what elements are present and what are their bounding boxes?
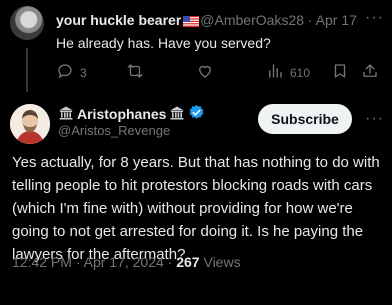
bookmark-button[interactable] <box>331 62 349 83</box>
action-bar: 3 610 <box>56 62 386 82</box>
author-handle[interactable]: @Aristos_Revenge <box>58 123 170 138</box>
more-options-icon[interactable]: ··· <box>365 110 384 128</box>
building-icon <box>58 105 74 124</box>
views-label: Views <box>203 254 241 270</box>
reply-header: your huckle bearer @AmberOaks28 · Apr 17 <box>56 11 357 31</box>
meta-separator: · <box>307 12 313 28</box>
more-options-icon[interactable]: ··· <box>365 9 384 27</box>
thread-connector <box>26 48 28 92</box>
post-date[interactable]: Apr 17, 2024 <box>84 254 164 270</box>
author-handle[interactable]: @AmberOaks28 <box>200 12 304 28</box>
like-button[interactable] <box>196 62 214 83</box>
author-name[interactable]: your huckle bearer <box>56 12 181 28</box>
share-icon <box>361 62 379 83</box>
reply-count: 3 <box>80 65 87 80</box>
tweet-text: Yes actually, for 8 years. But that has … <box>12 154 380 263</box>
bar-chart-icon <box>266 62 284 83</box>
view-count: 267 <box>176 254 200 270</box>
post-time[interactable]: 12:42 PM <box>12 254 72 270</box>
bookmark-icon <box>331 62 349 83</box>
subscribe-button[interactable]: Subscribe <box>258 104 352 134</box>
us-flag-icon <box>183 13 200 31</box>
reply-icon <box>56 62 74 83</box>
verified-badge-icon[interactable] <box>188 104 205 124</box>
avatar[interactable] <box>10 6 44 40</box>
avatar[interactable] <box>10 104 50 144</box>
retweet-button[interactable] <box>126 62 144 83</box>
view-count: 610 <box>290 65 311 80</box>
author-name-row[interactable]: Aristophanes <box>58 104 205 124</box>
reply-tweet[interactable]: your huckle bearer @AmberOaks28 · Apr 17 … <box>0 0 392 92</box>
post-date[interactable]: Apr 17 <box>316 12 357 28</box>
heart-icon <box>196 62 214 83</box>
reply-button[interactable]: 3 <box>56 62 87 83</box>
building-icon <box>169 105 185 124</box>
author-name[interactable]: Aristophanes <box>77 106 166 122</box>
views-button[interactable]: 610 <box>266 62 310 83</box>
reply-text: He already has. Have you served? <box>56 35 271 51</box>
share-button[interactable] <box>361 62 379 83</box>
tweet-timestamp: 12:42 PM · Apr 17, 2024 · 267 Views <box>12 254 241 270</box>
retweet-icon <box>126 62 144 83</box>
